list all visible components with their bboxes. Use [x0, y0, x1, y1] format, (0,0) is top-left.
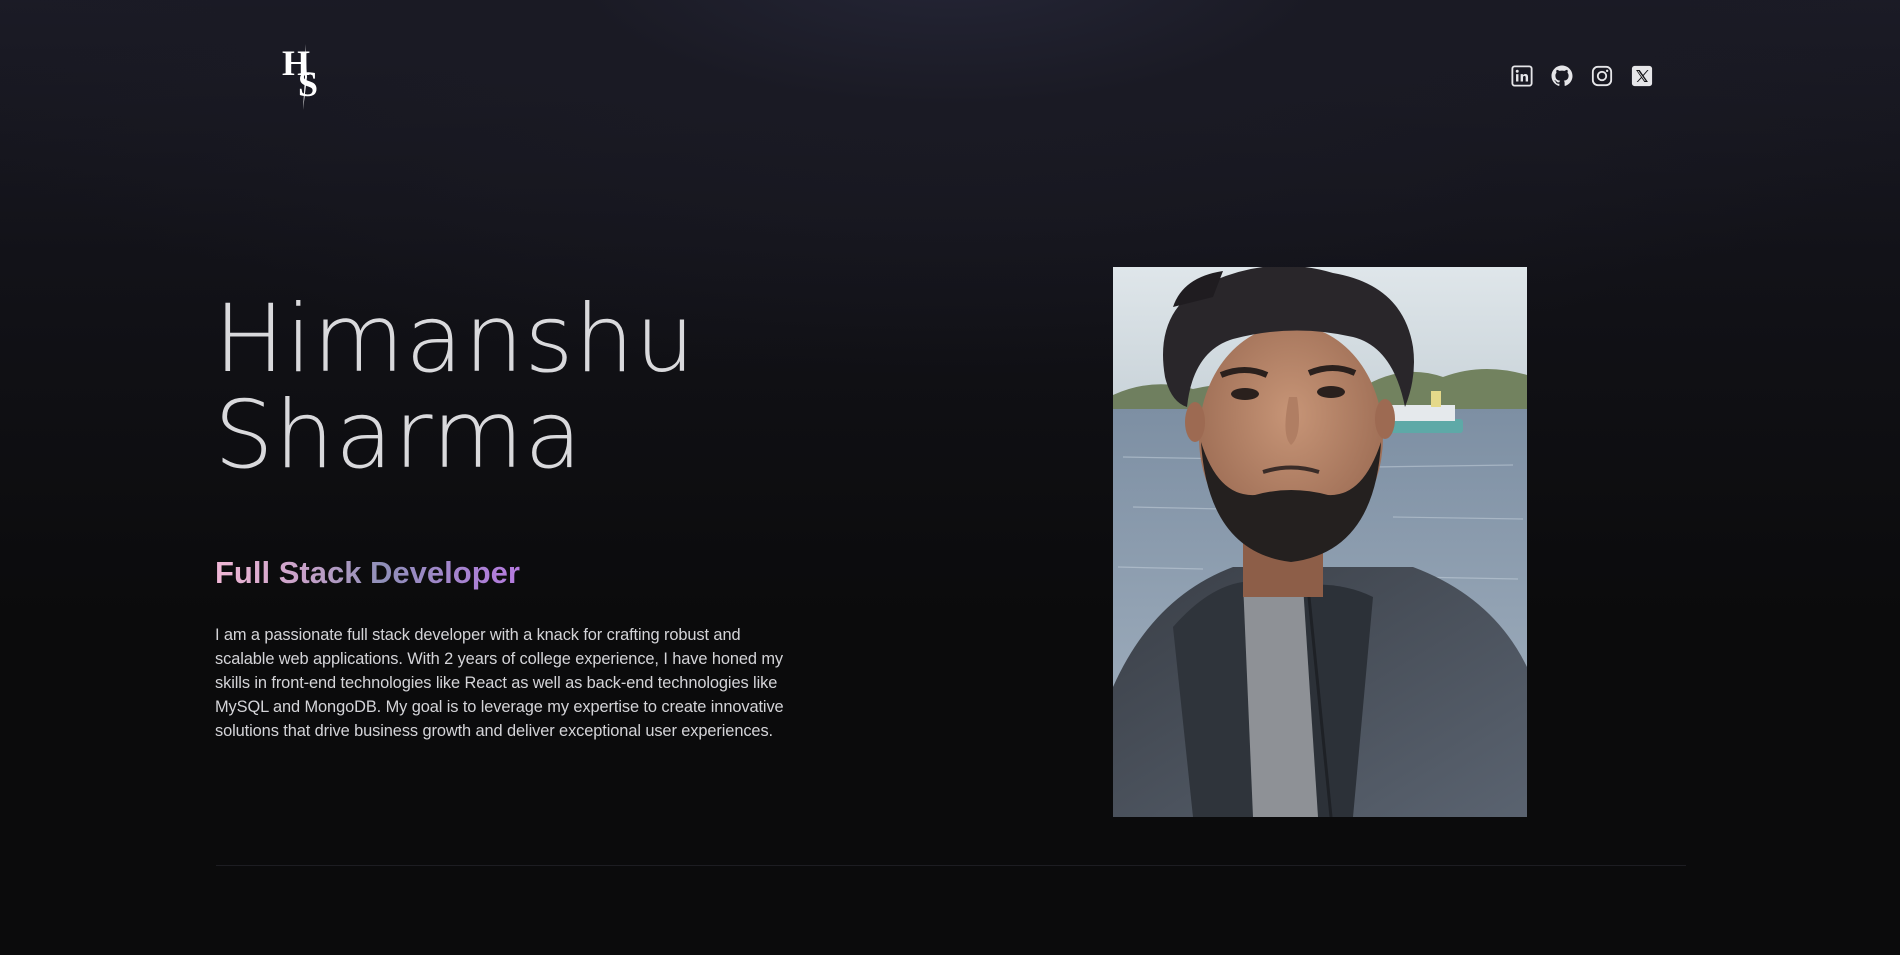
- github-link[interactable]: [1550, 64, 1574, 88]
- hs-monogram-icon: H S: [282, 43, 318, 110]
- x-icon: [1631, 65, 1653, 87]
- instagram-link[interactable]: [1590, 64, 1614, 88]
- portrait-image: [1113, 267, 1527, 817]
- last-name: Sharma: [214, 381, 584, 490]
- social-links: [1510, 64, 1654, 88]
- hero-name: Himanshu Sharma: [214, 292, 696, 484]
- job-title: Full Stack Developer: [215, 555, 520, 590]
- portfolio-page: H S Himanshu Sharma Full Stack Developer…: [0, 0, 1900, 955]
- svg-text:S: S: [298, 64, 318, 104]
- linkedin-link[interactable]: [1510, 64, 1534, 88]
- first-name: Himanshu: [214, 285, 696, 394]
- instagram-icon: [1591, 65, 1613, 87]
- linkedin-icon: [1511, 65, 1533, 87]
- logo[interactable]: H S: [278, 42, 332, 112]
- bio-paragraph: I am a passionate full stack developer w…: [215, 626, 784, 740]
- github-icon: [1551, 65, 1573, 86]
- profile-photo: [1113, 267, 1527, 817]
- section-divider: [216, 865, 1686, 866]
- x-link[interactable]: [1630, 64, 1654, 88]
